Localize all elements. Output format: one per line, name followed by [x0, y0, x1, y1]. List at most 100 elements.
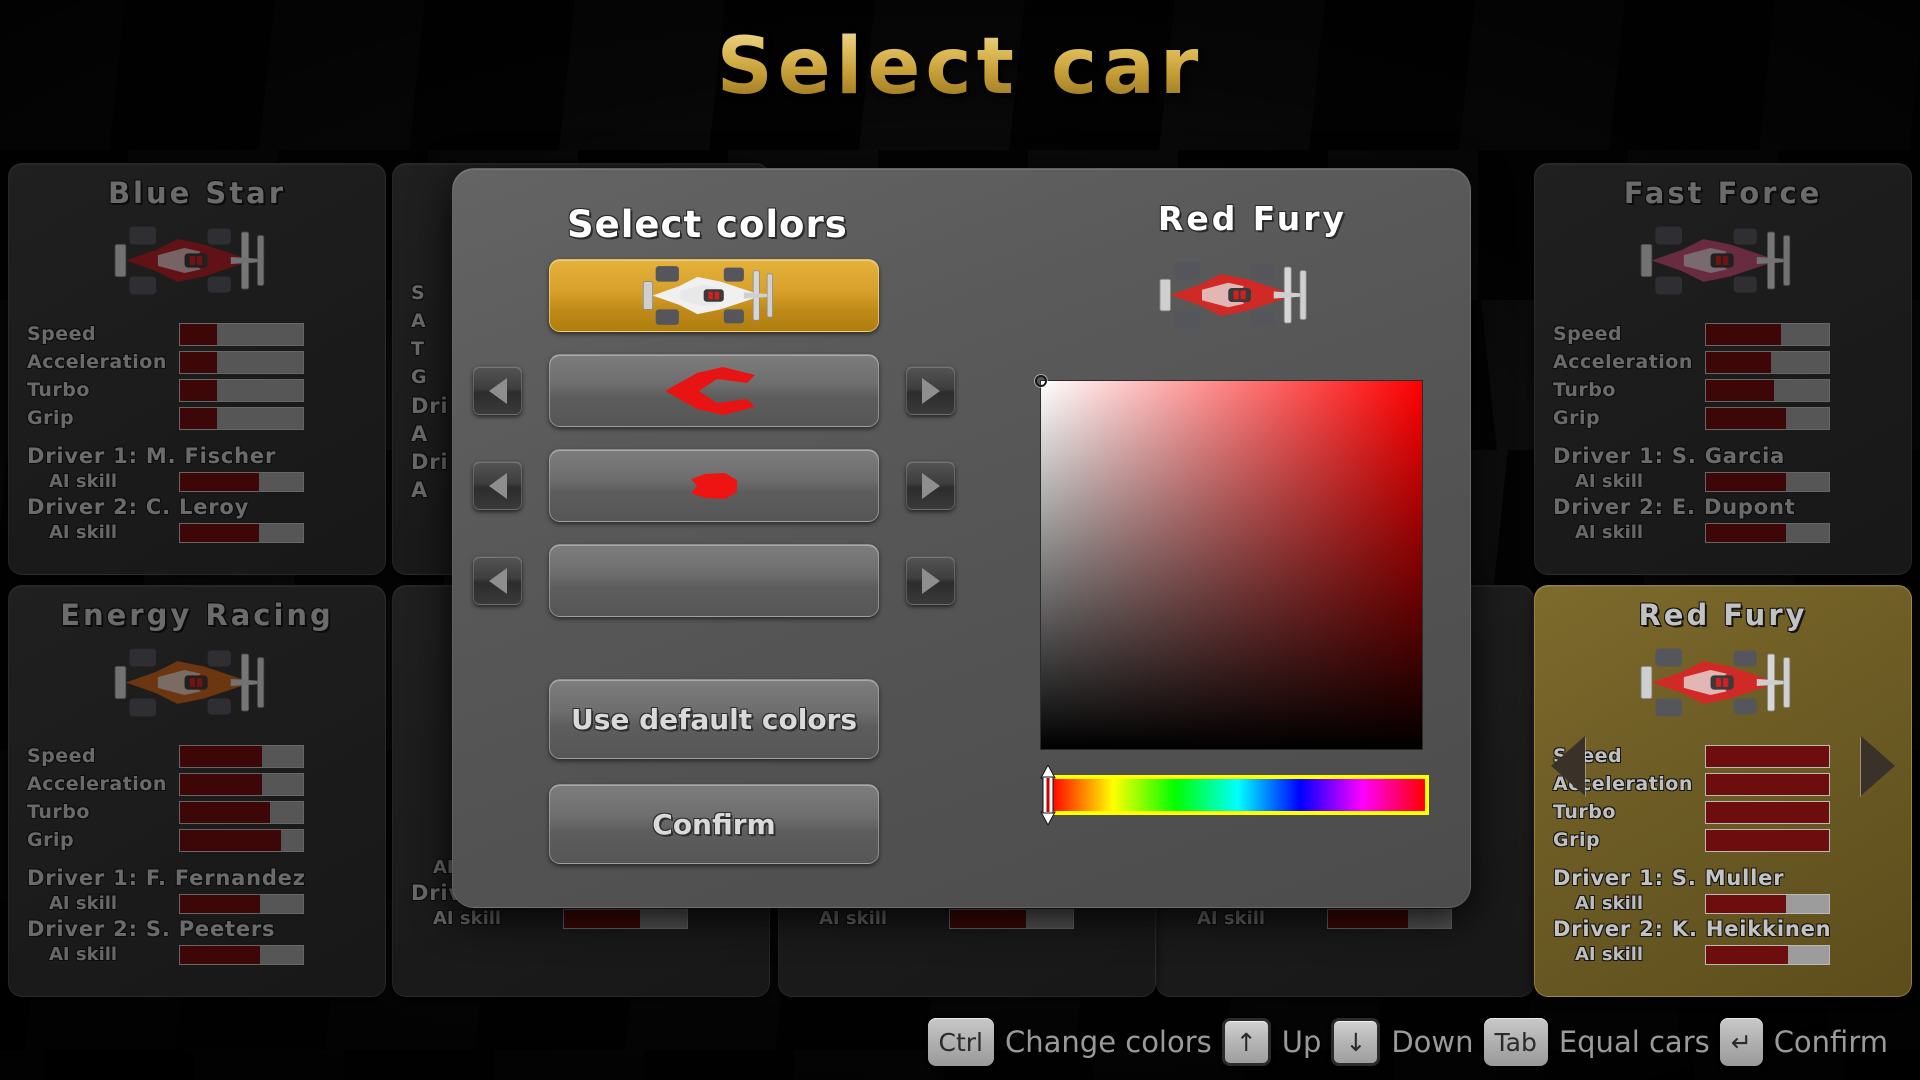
color-part-row	[549, 544, 879, 617]
hotkey-key-enter-icon[interactable]: ↵	[1720, 1018, 1763, 1066]
driver-name: Driver 2: K. Heikkinen	[1553, 917, 1893, 941]
ai-skill-label: AI skill	[433, 908, 563, 929]
ai-skill-label: AI skill	[1575, 522, 1705, 543]
arrow-left-icon	[489, 568, 507, 594]
color-marker[interactable]	[1035, 375, 1047, 387]
stat-row: Acceleration	[27, 770, 367, 798]
hotkey-item[interactable]: ↑ Up	[1222, 1018, 1322, 1066]
part-swatch-cockpit[interactable]	[549, 449, 879, 522]
select-colors-dialog: Select colors Red Fury Use default color…	[452, 168, 1471, 908]
stat-row: Grip	[27, 404, 367, 432]
part-prev-color-button[interactable]	[473, 461, 522, 510]
driver-name: Driver 2: S. Peeters	[27, 917, 367, 941]
hotkey-key[interactable]: Ctrl	[928, 1018, 994, 1066]
stat-bar	[1705, 773, 1830, 796]
car-card[interactable]: Red FurySpeedAccelerationTurboGripDriver…	[1534, 585, 1912, 997]
stat-bar	[179, 379, 304, 402]
part-swatch-front-wing[interactable]	[549, 354, 879, 427]
stat-label: Turbo	[1553, 379, 1705, 401]
ai-skill-bar	[1705, 894, 1830, 914]
hotkey-label: Confirm	[1774, 1025, 1888, 1059]
stat-label: Speed	[1553, 323, 1705, 345]
car-thumbnail	[9, 214, 385, 306]
driver-list: Driver 1: F. FernandezAI skillDriver 2: …	[9, 866, 385, 968]
car-card-title: Energy Racing	[9, 598, 385, 632]
driver-name: Driver 1: M. Fischer	[27, 444, 367, 468]
driver-list: Driver 1: S. MullerAI skillDriver 2: K. …	[1535, 866, 1911, 968]
color-part-row	[549, 259, 879, 332]
ai-skill-bar	[1705, 945, 1830, 965]
ai-skill-label: AI skill	[1575, 471, 1705, 492]
part-next-color-button[interactable]	[906, 366, 955, 415]
arrow-left-icon	[489, 473, 507, 499]
car-card-title: Blue Star	[9, 176, 385, 210]
use-default-colors-button[interactable]: Use default colors	[549, 679, 879, 759]
hue-slider-knob[interactable]	[1040, 765, 1056, 825]
stat-row: Speed	[1553, 320, 1893, 348]
stat-bar	[179, 745, 304, 768]
part-swatch-empty[interactable]	[549, 544, 879, 617]
hotkey-item[interactable]: ↓Down	[1331, 1018, 1473, 1066]
stat-bar	[1705, 379, 1830, 402]
driver-skill-row: AI skill	[27, 468, 367, 495]
part-swatch-body[interactable]	[549, 259, 879, 332]
page-title: Select car	[0, 22, 1920, 112]
stat-label: Grip	[1553, 407, 1705, 429]
ai-skill-label: AI skill	[49, 893, 179, 914]
hotkey-item[interactable]: Tab Equal cars	[1484, 1018, 1710, 1066]
saturation-value-picker[interactable]	[1040, 380, 1423, 750]
stat-row: Turbo	[1553, 798, 1893, 826]
ai-skill-label: AI skill	[1197, 908, 1327, 929]
ai-skill-label: AI skill	[819, 908, 949, 929]
hotkey-label: Equal cars	[1559, 1025, 1710, 1059]
ai-skill-bar	[1705, 472, 1830, 492]
car-card-title: Fast Force	[1535, 176, 1911, 210]
ai-skill-label: AI skill	[49, 944, 179, 965]
part-prev-color-button[interactable]	[473, 366, 522, 415]
stat-label: Acceleration	[27, 773, 179, 795]
ai-skill-label: AI skill	[1575, 944, 1705, 965]
color-part-row	[549, 354, 879, 427]
part-prev-color-button[interactable]	[473, 556, 522, 605]
hotkey-key-arrow-up-icon[interactable]: ↑	[1222, 1018, 1271, 1066]
driver-skill-row: AI skill	[27, 519, 367, 546]
stat-row: Turbo	[1553, 376, 1893, 404]
hotkey-item[interactable]: ↵ Confirm	[1720, 1018, 1888, 1066]
confirm-button[interactable]: Confirm	[549, 784, 879, 864]
hotkey-key[interactable]: Tab	[1484, 1018, 1548, 1066]
stat-row: Turbo	[27, 376, 367, 404]
car-card[interactable]: Energy RacingSpeedAccelerationTurboGripD…	[8, 585, 386, 997]
stat-row: Acceleration	[1553, 348, 1893, 376]
ai-skill-bar	[949, 909, 1074, 929]
car-card[interactable]: Blue StarSpeedAccelerationTurboGripDrive…	[8, 163, 386, 575]
stat-label: Speed	[27, 323, 179, 345]
stat-row: Speed	[1553, 742, 1893, 770]
dialog-title: Select colors	[567, 203, 848, 246]
car-stats: SpeedAccelerationTurboGrip	[9, 742, 385, 854]
driver-name: Driver 2: C. Leroy	[27, 495, 367, 519]
stat-bar	[1705, 829, 1830, 852]
stat-label: Turbo	[27, 801, 179, 823]
part-next-color-button[interactable]	[906, 461, 955, 510]
stat-label: Speed	[27, 745, 179, 767]
hotkey-label: Up	[1282, 1025, 1322, 1059]
stat-row: Turbo	[27, 798, 367, 826]
driver-skill-row: AI skill	[27, 941, 367, 968]
hotkey-bar: CtrlChange colors↑ Up ↓DownTab Equal cars ↵ C…	[0, 1018, 1920, 1066]
ai-skill-label: AI skill	[1575, 893, 1705, 914]
ai-skill-bar	[179, 894, 304, 914]
car-stats: Speed Acceleration Turbo Grip	[1535, 320, 1911, 432]
part-next-color-button[interactable]	[906, 556, 955, 605]
car-card[interactable]: Fast ForceSpeedAccelerationTurboGripDriv…	[1534, 163, 1912, 575]
stat-bar	[179, 351, 304, 374]
hue-slider[interactable]	[1047, 775, 1429, 815]
hotkey-key-arrow-down-icon[interactable]: ↓	[1331, 1018, 1380, 1066]
prev-car-arrow[interactable]	[1551, 736, 1585, 796]
next-car-arrow[interactable]	[1861, 736, 1895, 796]
ai-skill-bar	[1705, 523, 1830, 543]
car-stats: SpeedAccelerationTurboGrip	[1535, 742, 1911, 854]
car-preview	[1130, 255, 1350, 335]
hotkey-item[interactable]: CtrlChange colors	[928, 1018, 1212, 1066]
arrow-right-icon	[922, 473, 940, 499]
arrow-right-icon	[922, 568, 940, 594]
